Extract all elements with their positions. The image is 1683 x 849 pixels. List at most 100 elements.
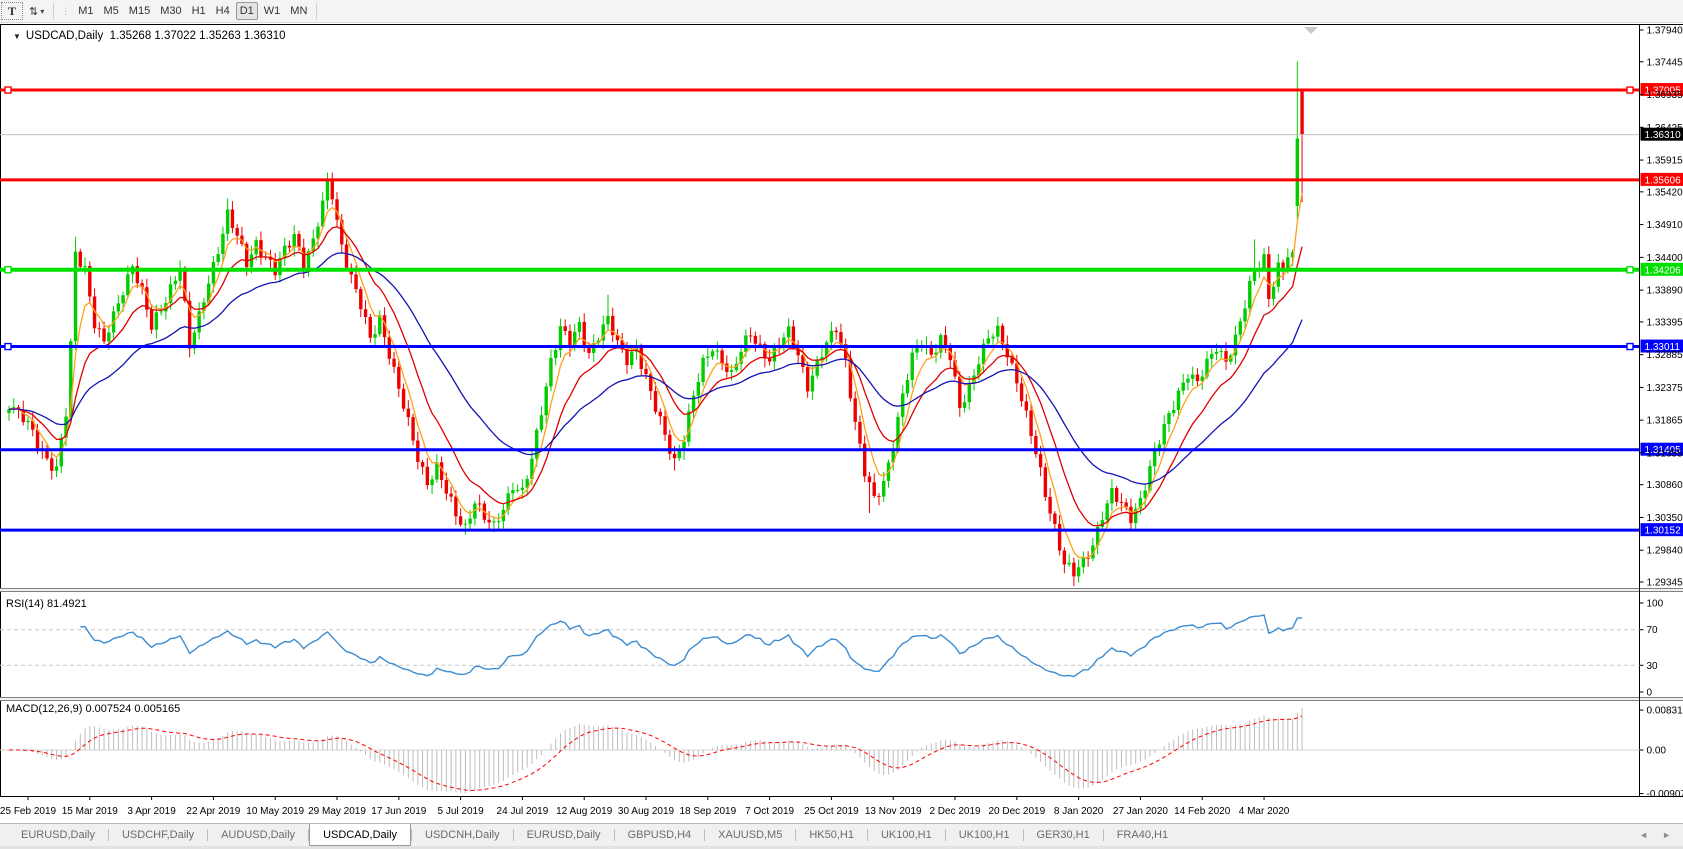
line-handle[interactable] — [1627, 344, 1633, 350]
chart-tab-xauusd-m5[interactable]: XAUUSD,M5 — [705, 824, 795, 846]
date-axis-label: 5 Jul 2019 — [438, 806, 485, 817]
candle-down — [1267, 254, 1270, 299]
candle-up — [1110, 488, 1113, 503]
candle-down — [449, 494, 452, 497]
candle-up — [55, 466, 58, 470]
candle-down — [806, 367, 809, 391]
candle-down — [407, 409, 410, 417]
candle-down — [1020, 383, 1023, 401]
candle-up — [1153, 450, 1156, 466]
date-axis-label: 25 Oct 2019 — [804, 806, 859, 817]
date-axis-label: 8 Jan 2020 — [1054, 806, 1104, 817]
text-tool-button[interactable]: T — [1, 2, 23, 20]
candle-up — [730, 370, 733, 372]
timeframe-button-m15[interactable]: M15 — [125, 2, 154, 20]
date-axis-label: 3 Apr 2019 — [127, 806, 176, 817]
price-tag-label: 1.30152 — [1645, 526, 1682, 537]
timeframe-button-m1[interactable]: M1 — [74, 2, 97, 20]
chart-tab-eurusd-daily[interactable]: EURUSD,Daily — [514, 824, 614, 846]
price-axis-label: 1.30860 — [1647, 480, 1683, 491]
chart-canvas[interactable]: 1.370051.356061.342061.330111.314051.301… — [0, 0, 1683, 849]
chart-tab-usdcnh-daily[interactable]: USDCNH,Daily — [412, 824, 513, 846]
price-axis-label: 1.29345 — [1647, 578, 1683, 589]
candle-down — [392, 359, 395, 367]
candle-down — [426, 467, 429, 485]
candle-down — [768, 358, 771, 361]
candle-up — [535, 430, 538, 459]
candle-up — [216, 254, 219, 262]
candle-down — [1048, 497, 1051, 514]
macd-axis-label: 0.00 — [1647, 746, 1667, 757]
candle-up — [554, 350, 557, 358]
candle-down — [302, 248, 305, 270]
date-axis-label: 20 Dec 2019 — [988, 806, 1045, 817]
candle-up — [293, 234, 296, 248]
candle-up — [711, 351, 714, 356]
timeframe-button-h4[interactable]: H4 — [212, 2, 234, 20]
price-axis-label: 1.29840 — [1647, 546, 1683, 557]
timeframe-button-m5[interactable]: M5 — [100, 2, 123, 20]
tab-scroll-right-icon[interactable]: ► — [1662, 830, 1671, 840]
candle-up — [1220, 351, 1223, 352]
candle-down — [958, 377, 961, 408]
chart-tab-hk50-h1[interactable]: HK50,H1 — [796, 824, 867, 846]
candle-up — [212, 262, 215, 284]
chart-tab-eurusd-daily[interactable]: EURUSD,Daily — [8, 824, 108, 846]
candle-down — [411, 417, 414, 440]
candle-down — [725, 364, 728, 372]
line-handle[interactable] — [1627, 267, 1633, 273]
candle-down — [1300, 90, 1303, 134]
timeframe-button-d1[interactable]: D1 — [236, 2, 258, 20]
price-axis-label: 1.31865 — [1647, 416, 1683, 427]
arrows-icon[interactable]: ⇅ ▾ — [25, 2, 48, 20]
candle-down — [853, 398, 856, 422]
timeframe-button-h1[interactable]: H1 — [188, 2, 210, 20]
chart-tab-usdchf-daily[interactable]: USDCHF,Daily — [109, 824, 207, 846]
candle-up — [991, 337, 994, 339]
candle-up — [492, 521, 495, 522]
chart-tab-audusd-daily[interactable]: AUDUSD,Daily — [208, 824, 308, 846]
chart-tab-usdcad-daily[interactable]: USDCAD,Daily — [309, 824, 411, 846]
candle-up — [787, 326, 790, 337]
chart-tab-uk100-h1[interactable]: UK100,H1 — [946, 824, 1023, 846]
tab-scroll-left-icon[interactable]: ◄ — [1639, 830, 1648, 840]
price-axis-label: 1.31355 — [1647, 448, 1683, 459]
chart-expand-icon[interactable]: ▼ — [13, 32, 21, 41]
candle-up — [1177, 391, 1180, 410]
candle-down — [659, 412, 662, 416]
candle-up — [968, 383, 971, 402]
candle-up — [1167, 413, 1170, 424]
candle-up — [911, 353, 914, 380]
timeframe-button-mn[interactable]: MN — [286, 2, 311, 20]
candle-down — [445, 480, 448, 494]
chart-tab-uk100-h1[interactable]: UK100,H1 — [868, 824, 945, 846]
candle-up — [226, 209, 229, 233]
line-handle[interactable] — [5, 87, 11, 93]
candle-down — [1058, 524, 1061, 551]
line-handle[interactable] — [5, 267, 11, 273]
candle-down — [102, 328, 105, 341]
candle-down — [1124, 502, 1127, 506]
chart-tab-bar: EURUSD,DailyUSDCHF,DailyAUDUSD,DailyUSDC… — [0, 823, 1683, 846]
candle-down — [654, 391, 657, 412]
timeframe-button-w1[interactable]: W1 — [260, 2, 285, 20]
candle-up — [117, 303, 120, 311]
line-handle[interactable] — [1627, 87, 1633, 93]
chart-tab-gbpusd-h4[interactable]: GBPUSD,H4 — [615, 824, 705, 846]
chart-tab-ger30-h1[interactable]: GER30,H1 — [1024, 824, 1103, 846]
candle-up — [126, 274, 129, 295]
toolbar-divider — [316, 3, 317, 19]
terminal-window: 1.370051.356061.342061.330111.314051.301… — [0, 0, 1683, 849]
candle-down — [45, 450, 48, 458]
candle-down — [150, 310, 153, 330]
candle-up — [1163, 424, 1166, 444]
price-axis-label: 1.30350 — [1647, 513, 1683, 524]
line-handle[interactable] — [5, 344, 11, 350]
price-axis-label: 1.35915 — [1647, 156, 1683, 167]
candle-up — [1191, 375, 1194, 379]
chart-tab-fra40-h1[interactable]: FRA40,H1 — [1104, 824, 1181, 846]
candle-up — [468, 519, 471, 524]
macd-axis-label: 0.008315 — [1647, 706, 1683, 717]
timeframe-button-m30[interactable]: M30 — [156, 2, 185, 20]
date-axis-label: 15 Mar 2019 — [62, 806, 119, 817]
